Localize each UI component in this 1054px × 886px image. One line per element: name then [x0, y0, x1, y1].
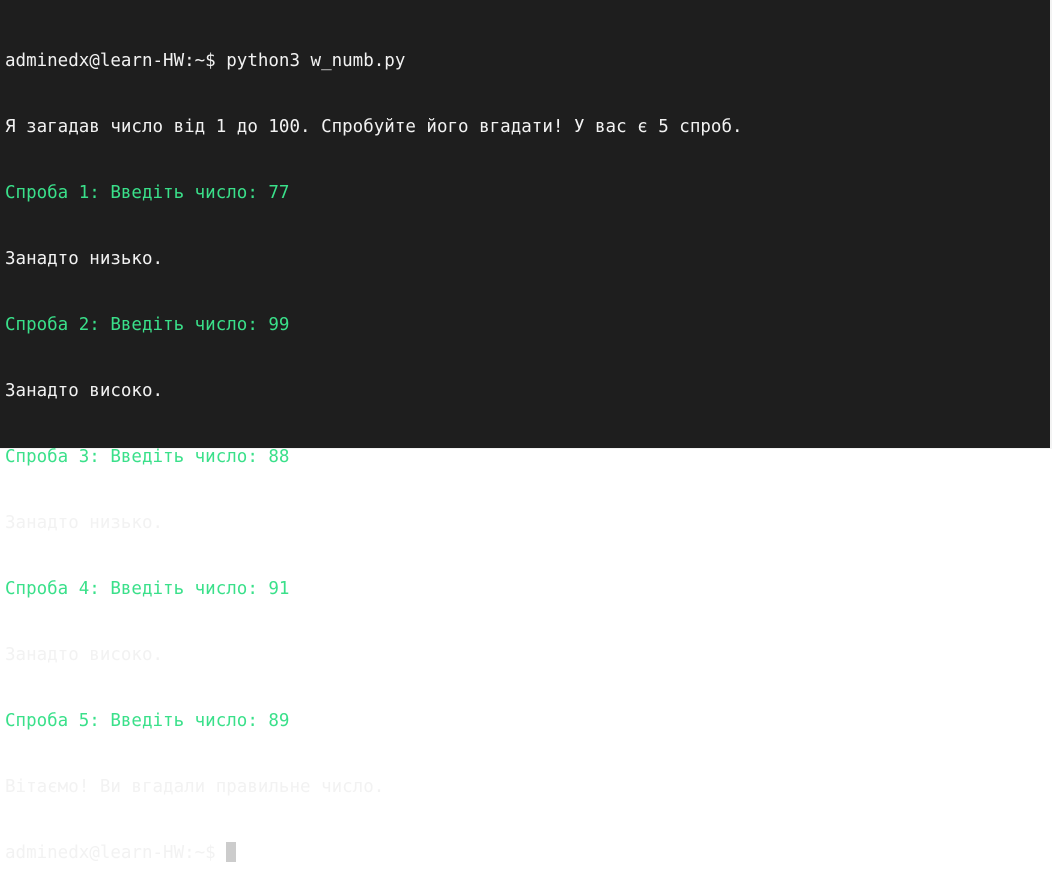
text-cursor	[226, 842, 237, 862]
attempt-prompt-line: Спроба 4: Введіть число: 91	[5, 579, 290, 599]
output-line-hint: Занадто високо.	[5, 645, 164, 665]
attempt-prompt-line: Спроба 2: Введіть число: 99	[5, 315, 290, 335]
attempt-prompt-line: Спроба 1: Введіть число: 77	[5, 183, 290, 203]
output-line-intro: Я загадав число від 1 до 100. Спробуйте …	[5, 117, 743, 137]
output-line-hint: Занадто високо.	[5, 381, 164, 401]
active-prompt-line[interactable]: adminedx@learn-HW:~$	[5, 842, 1050, 864]
command-line: adminedx@learn-HW:~$ python3 w_numb.py	[5, 51, 406, 71]
output-line-hint: Занадто низько.	[5, 513, 164, 533]
shell-prompt: adminedx@learn-HW:~$	[5, 843, 227, 863]
output-line-success: Вітаємо! Ви вгадали правильне число.	[5, 777, 385, 797]
attempt-prompt-line: Спроба 3: Введіть число: 88	[5, 447, 290, 467]
attempt-prompt-line: Спроба 5: Введіть число: 89	[5, 711, 290, 731]
output-line-hint: Занадто низько.	[5, 249, 164, 269]
terminal-window[interactable]: adminedx@learn-HW:~$ python3 w_numb.py Я…	[0, 0, 1052, 863]
